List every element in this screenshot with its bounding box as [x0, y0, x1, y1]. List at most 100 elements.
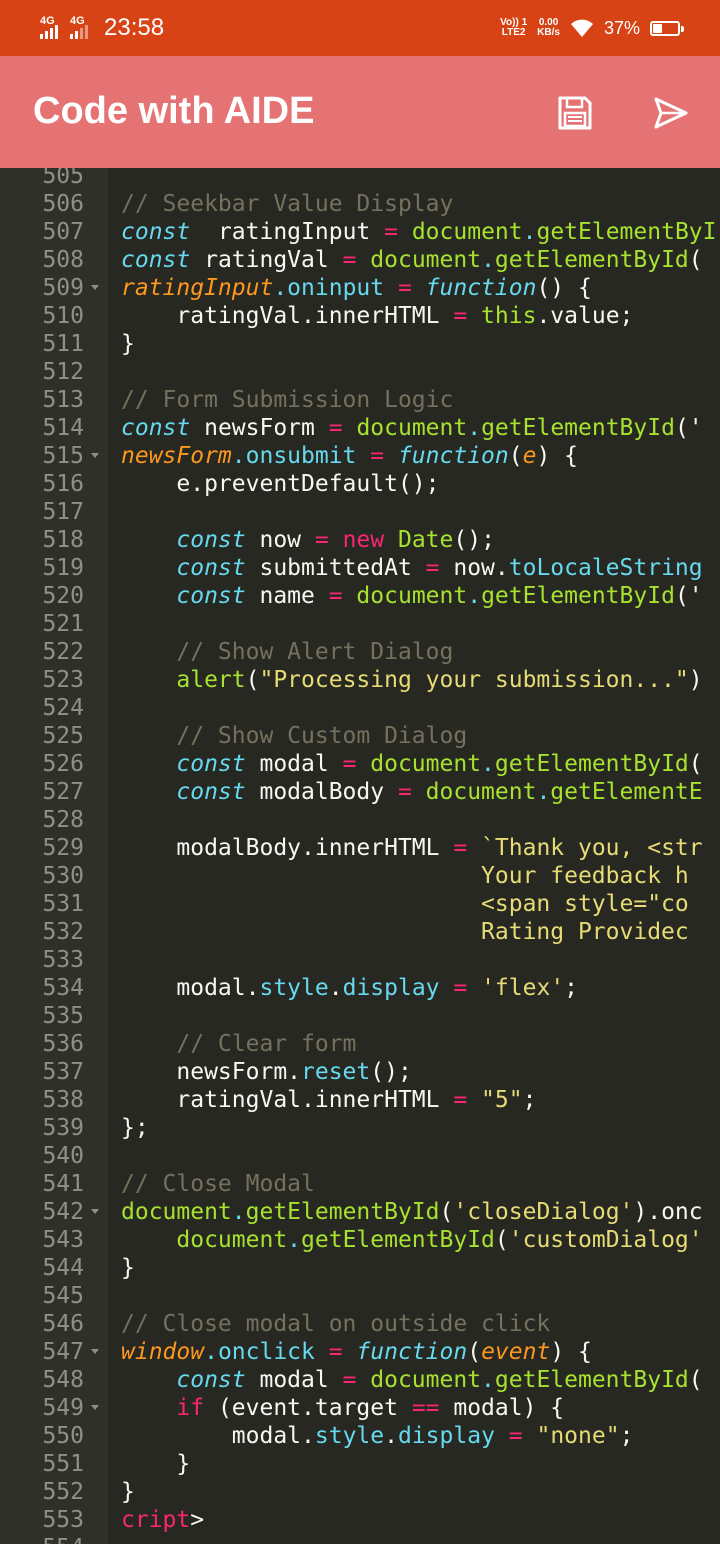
save-button[interactable]: [552, 90, 598, 136]
code-line[interactable]: 536 // Clear form: [0, 1030, 720, 1058]
fold-arrow-icon[interactable]: [91, 1349, 99, 1354]
code-token: Rating Providec: [121, 919, 689, 945]
code-line[interactable]: 512: [0, 358, 720, 386]
code-text: const ratingInput = document.getElementB…: [121, 218, 716, 246]
code-line[interactable]: 516 e.preventDefault();: [0, 470, 720, 498]
code-line[interactable]: 505: [0, 168, 720, 190]
code-token: name: [245, 583, 329, 609]
code-editor[interactable]: 505 506 // Seekbar Value Display 507 const r…: [0, 168, 720, 1544]
code-line[interactable]: 544}: [0, 1254, 720, 1282]
code-text: // Close Modal: [121, 1170, 315, 1198]
code-token: function: [342, 1339, 468, 1365]
code-line[interactable]: 507 const ratingInput = document.getEleme…: [0, 218, 720, 246]
code-text: const modal = document.getElementById(: [121, 1366, 702, 1394]
code-line[interactable]: 524: [0, 694, 720, 722]
code-line[interactable]: 546 // Close modal on outside click: [0, 1310, 720, 1338]
code-line[interactable]: 549 if (event.target == modal) {: [0, 1394, 720, 1422]
code-token: .: [536, 779, 551, 805]
code-line[interactable]: 550 modal.style.display = "none";: [0, 1422, 720, 1450]
code-line[interactable]: 551 }: [0, 1450, 720, 1478]
code-line[interactable]: 534 modal.style.display = 'flex';: [0, 974, 720, 1002]
code-token: ratingVal: [190, 247, 343, 273]
code-token: =: [384, 219, 398, 245]
code-line[interactable]: 509 ratingInput.oninput = function() {: [0, 274, 720, 302]
code-token: .: [481, 247, 495, 273]
code-line[interactable]: 525 // Show Custom Dialog: [0, 722, 720, 750]
code-lines[interactable]: 505 506 // Seekbar Value Display 507 const r…: [0, 168, 720, 1544]
code-line[interactable]: 545: [0, 1282, 720, 1310]
code-token: document: [342, 583, 468, 609]
code-token: // Form Submission Logic: [121, 387, 454, 413]
code-token: newsForm: [190, 415, 329, 441]
code-line[interactable]: 530 Your feedback h: [0, 862, 720, 890]
code-token: ;: [522, 1087, 537, 1113]
code-token: // Seekbar Value Display: [121, 191, 454, 217]
code-token: const: [121, 779, 246, 805]
line-number: 548: [42, 1367, 84, 1393]
code-line[interactable]: 526 const modal = document.getElementByI…: [0, 750, 720, 778]
status-left: 4G 4G 23:58: [40, 0, 164, 56]
code-line[interactable]: 520 const name = document.getElementById…: [0, 582, 720, 610]
line-number: 526: [42, 751, 84, 777]
send-button[interactable]: [648, 90, 694, 136]
code-token: =: [494, 1423, 523, 1449]
code-line[interactable]: 514 const newsForm = document.getElementB…: [0, 414, 720, 442]
code-line[interactable]: 519 const submittedAt = now.toLocaleStri…: [0, 554, 720, 582]
fold-arrow-icon[interactable]: [91, 285, 99, 290]
code-line[interactable]: 529 modalBody.innerHTML = `Thank you, <s…: [0, 834, 720, 862]
signal-strength-icon-2: 4G: [70, 15, 88, 39]
code-text: document.getElementById('closeDialog').o…: [121, 1198, 703, 1226]
code-token: (: [494, 1227, 509, 1253]
code-token: newsForm: [121, 443, 232, 469]
code-line[interactable]: 537 newsForm.reset();: [0, 1058, 720, 1086]
line-number: 544: [42, 1255, 84, 1281]
code-line[interactable]: 553 cript>: [0, 1506, 720, 1534]
code-token: (': [674, 583, 703, 609]
code-line[interactable]: 538 ratingVal.innerHTML = "5";: [0, 1086, 720, 1114]
code-line[interactable]: 528: [0, 806, 720, 834]
code-line[interactable]: 510 ratingVal.innerHTML = this.value;: [0, 302, 720, 330]
code-line[interactable]: 523 alert("Processing your submission...…: [0, 666, 720, 694]
code-token: =: [439, 975, 468, 1001]
code-line[interactable]: 513 // Form Submission Logic: [0, 386, 720, 414]
code-line[interactable]: 518 const now = new Date();: [0, 526, 720, 554]
code-token: // Show Alert Dialog: [121, 639, 454, 665]
code-line[interactable]: 543 document.getElementById('customDialo…: [0, 1226, 720, 1254]
code-line[interactable]: 508 const ratingVal = document.getElement…: [0, 246, 720, 274]
code-line[interactable]: 542 document.getElementById('closeDialog'…: [0, 1198, 720, 1226]
code-line[interactable]: 511}: [0, 330, 720, 358]
code-token: 'closeDialog': [453, 1199, 634, 1225]
line-number: 554: [0, 1534, 84, 1544]
code-line[interactable]: 539};: [0, 1114, 720, 1142]
line-number: 510: [42, 303, 84, 329]
code-token: "5": [467, 1087, 523, 1113]
code-text: e.preventDefault();: [121, 470, 439, 498]
fold-arrow-icon[interactable]: [91, 1405, 99, 1410]
code-line[interactable]: 515 newsForm.onsubmit = function(e) {: [0, 442, 720, 470]
fold-arrow-icon[interactable]: [91, 453, 99, 458]
code-line[interactable]: 532 Rating Providec: [0, 918, 720, 946]
code-token: getElementById: [494, 751, 689, 777]
code-text: // Show Alert Dialog: [121, 638, 453, 666]
code-line[interactable]: 533: [0, 946, 720, 974]
code-line[interactable]: 506 // Seekbar Value Display: [0, 190, 720, 218]
code-line[interactable]: 554: [0, 1534, 720, 1544]
wifi-icon: [570, 19, 593, 37]
code-line[interactable]: 547 window.onclick = function(event) {: [0, 1338, 720, 1366]
code-line[interactable]: 548 const modal = document.getElementByI…: [0, 1366, 720, 1394]
code-token: function: [384, 443, 509, 469]
code-line[interactable]: 535: [0, 1002, 720, 1030]
code-token: document: [356, 1367, 482, 1393]
code-text: ratingVal.innerHTML = "5";: [121, 1086, 536, 1114]
code-token: ratingInput: [190, 219, 385, 245]
code-line[interactable]: 521: [0, 610, 720, 638]
code-line[interactable]: 531 <span style="co: [0, 890, 720, 918]
code-line[interactable]: 527 const modalBody = document.getElemen…: [0, 778, 720, 806]
code-line[interactable]: 517: [0, 498, 720, 526]
code-line[interactable]: 552}: [0, 1478, 720, 1506]
code-line[interactable]: 540: [0, 1142, 720, 1170]
code-line[interactable]: 541 // Close Modal: [0, 1170, 720, 1198]
fold-arrow-icon[interactable]: [91, 1209, 99, 1214]
code-token: const: [121, 751, 246, 777]
code-line[interactable]: 522 // Show Alert Dialog: [0, 638, 720, 666]
